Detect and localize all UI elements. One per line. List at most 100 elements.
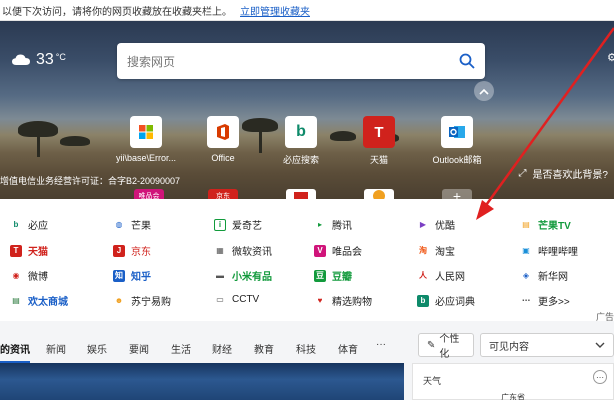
news-card-image[interactable] bbox=[0, 363, 404, 400]
tab-my-feed[interactable]: 的资讯 bbox=[0, 341, 30, 363]
bing-icon: b bbox=[285, 116, 317, 148]
link-xinhua[interactable]: ◈ 新华网 bbox=[520, 268, 568, 283]
tab-entertainment[interactable]: 娱乐 bbox=[87, 341, 107, 356]
link-youku[interactable]: ▶ 优酷 bbox=[417, 217, 455, 232]
weather-card-title: 天气 bbox=[423, 376, 442, 386]
collapse-button[interactable] bbox=[474, 81, 494, 101]
bilibili-icon: ▣ bbox=[522, 246, 530, 255]
cloud-icon bbox=[12, 54, 30, 65]
tab-tech[interactable]: 科技 bbox=[296, 341, 316, 356]
link-bing-dict[interactable]: b 必应词典 bbox=[417, 293, 475, 308]
tile-jd-icon[interactable]: 京东 bbox=[208, 189, 238, 199]
add-tile-button[interactable]: + bbox=[442, 188, 472, 199]
link-cctv[interactable]: ▭ CCTV bbox=[214, 293, 259, 305]
tmall-icon: T bbox=[10, 244, 22, 257]
link-douban[interactable]: 豆豆瓣 bbox=[314, 268, 352, 283]
bing-icon: b bbox=[13, 220, 19, 229]
search-box[interactable]: 搜索网页 bbox=[117, 43, 485, 79]
tile-outlook[interactable]: Outlook邮箱 bbox=[412, 116, 502, 166]
weather-card-location: 广东省 bbox=[501, 393, 525, 400]
bing-dict-icon: b bbox=[417, 294, 429, 307]
link-tencent[interactable]: ▸ 腾讯 bbox=[314, 217, 352, 232]
tile-label: yii\base\Error... bbox=[115, 153, 177, 163]
link-xiaomi-youpin[interactable]: ▬ 小米有品 bbox=[214, 268, 272, 283]
tile-bing-search[interactable]: b 必应搜索 bbox=[256, 116, 346, 166]
tile-dog-icon[interactable] bbox=[364, 189, 394, 199]
link-mango-tv-col2[interactable]: ◍ 芒果 bbox=[113, 217, 152, 232]
link-zhihu[interactable]: 知知乎 bbox=[113, 268, 151, 283]
settings-icon[interactable]: ⚙ bbox=[607, 51, 614, 64]
hero-background: 33 °C 搜索网页 ⚙ yii\base\Error... Office b … bbox=[0, 21, 614, 199]
visible-content-dropdown[interactable]: 可见内容 bbox=[480, 333, 614, 357]
link-vip[interactable]: V 唯品会 bbox=[314, 243, 362, 258]
tab-sports[interactable]: 体育 bbox=[338, 341, 358, 356]
jd-icon: J bbox=[113, 244, 125, 257]
link-more[interactable]: ⋯ 更多>> bbox=[520, 293, 570, 308]
tile-tmall[interactable]: T 天猫 bbox=[334, 116, 424, 166]
tile-label: Office bbox=[211, 153, 235, 163]
more-options-icon[interactable]: ⋯ bbox=[593, 370, 607, 384]
link-mango-tv[interactable]: ▤ 芒果TV bbox=[520, 217, 571, 232]
link-suning[interactable]: ☻ 苏宁易购 bbox=[113, 293, 171, 308]
tile-news-icon[interactable] bbox=[286, 189, 316, 199]
link-bing[interactable]: b 必应 bbox=[10, 217, 48, 232]
youpin-icon: ▬ bbox=[216, 271, 224, 280]
suning-icon: ☻ bbox=[114, 296, 124, 305]
tile-office[interactable]: Office bbox=[178, 116, 268, 163]
tmall-icon: T bbox=[363, 116, 395, 148]
link-tmall[interactable]: T 天猫 bbox=[10, 243, 48, 258]
link-iqiyi[interactable]: i 爱奇艺 bbox=[214, 217, 262, 232]
tile-row-2: 唯品会 京东 + bbox=[0, 188, 614, 199]
favorites-notice-text: 以便下次访问，请将你的网页收藏放在收藏夹栏上。 bbox=[2, 6, 232, 18]
mango-icon: ◍ bbox=[115, 220, 123, 229]
expand-icon: ⤢ bbox=[518, 168, 527, 179]
tab-life[interactable]: 生活 bbox=[171, 341, 191, 356]
favorites-notice-bar: 以便下次访问，请将你的网页收藏放在收藏夹栏上。 立即管理收藏夹 bbox=[0, 0, 614, 21]
link-msn[interactable]: ▦ 微软资讯 bbox=[214, 243, 272, 258]
office-icon bbox=[207, 116, 239, 148]
tencent-icon: ▸ bbox=[317, 220, 322, 229]
tab-news[interactable]: 新闻 bbox=[46, 341, 66, 356]
link-bilibili[interactable]: ▣ 哔哩哔哩 bbox=[520, 243, 578, 258]
douban-icon: 豆 bbox=[314, 269, 326, 282]
shopping-icon: ♥ bbox=[317, 296, 323, 305]
visible-content-label: 可见内容 bbox=[489, 341, 529, 353]
browser-new-tab-page: 以便下次访问，请将你的网页收藏放在收藏夹栏上。 立即管理收藏夹 33 °C 搜索… bbox=[0, 0, 614, 400]
personalize-button[interactable]: ✎ 个性化 bbox=[418, 333, 474, 360]
chevron-down-icon bbox=[595, 342, 605, 348]
link-jd[interactable]: J 京东 bbox=[113, 243, 151, 258]
link-weibo[interactable]: ◉ 微博 bbox=[10, 268, 49, 283]
tab-education[interactable]: 教育 bbox=[254, 341, 274, 356]
like-background[interactable]: ⤢ 是否喜欢此背景? bbox=[518, 166, 608, 181]
people-icon: 人 bbox=[419, 271, 427, 280]
tab-more[interactable]: ··· bbox=[376, 339, 386, 350]
quick-links-panel: b 必应 T 天猫 ◉ 微博 ▤ 欢太商城 ◍ 芒果 J 京东 知知乎 ☻ 苏宁易购 i 爱奇艺… bbox=[0, 199, 614, 322]
like-background-text: 是否喜欢此背景? bbox=[532, 170, 608, 181]
tab-headlines[interactable]: 要闻 bbox=[129, 341, 149, 356]
weather-widget[interactable]: 33 °C bbox=[12, 51, 66, 69]
tile-label: 天猫 bbox=[369, 155, 388, 165]
link-featured-shopping[interactable]: ♥ 精选购物 bbox=[314, 293, 372, 308]
weather-card[interactable]: 天气 广东省 ⋯ bbox=[412, 363, 614, 400]
search-input[interactable]: 搜索网页 bbox=[127, 53, 459, 70]
link-taobao[interactable]: 淘淘宝 bbox=[417, 243, 455, 258]
weibo-icon: ◉ bbox=[12, 271, 20, 280]
mango-tv-icon: ▤ bbox=[522, 220, 530, 229]
weather-unit: °C bbox=[55, 52, 66, 62]
xinhua-icon: ◈ bbox=[522, 271, 530, 280]
taobao-icon: 淘 bbox=[419, 246, 427, 255]
tile-label: Outlook邮箱 bbox=[432, 155, 482, 165]
ad-label: 广告 bbox=[595, 312, 614, 322]
link-heytap-mall[interactable]: ▤ 欢太商城 bbox=[10, 293, 68, 308]
outlook-icon bbox=[441, 116, 473, 148]
icp-license: 增值电信业务经营许可证：合字B2-20090007 bbox=[0, 176, 181, 186]
mall-icon: ▤ bbox=[12, 296, 20, 305]
more-icon: ⋯ bbox=[522, 296, 530, 305]
tab-finance[interactable]: 财经 bbox=[212, 341, 232, 356]
link-people[interactable]: 人人民网 bbox=[417, 268, 465, 283]
msn-icon: ▦ bbox=[216, 246, 224, 255]
search-icon[interactable] bbox=[459, 53, 475, 69]
cctv-icon: ▭ bbox=[216, 294, 224, 304]
manage-favorites-link[interactable]: 立即管理收藏夹 bbox=[240, 3, 310, 18]
tile-vip-icon[interactable]: 唯品会 bbox=[134, 189, 164, 199]
